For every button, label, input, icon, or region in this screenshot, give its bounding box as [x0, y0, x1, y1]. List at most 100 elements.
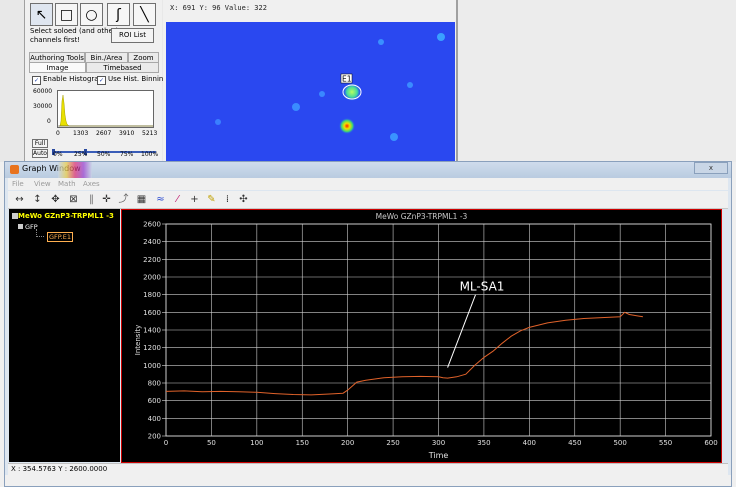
- auto-button[interactable]: Auto: [32, 149, 48, 158]
- fluorescence-image[interactable]: E1: [166, 22, 455, 162]
- intensity-chart: MeWo GZnP3-TRPML1 -3 0 50 100 150 200 250 300 35…: [134, 212, 718, 460]
- rectangle-roi-tool-button[interactable]: □: [55, 3, 78, 26]
- hint-line-1: Select soloed (and other): [30, 27, 119, 35]
- freehand-roi-icon: ʃ: [116, 6, 121, 23]
- y-tick-label: 200: [148, 433, 161, 441]
- image-background: [166, 22, 455, 162]
- check-icon: ✓: [32, 76, 41, 85]
- cell-dim: [390, 133, 398, 141]
- menu-file[interactable]: File: [12, 180, 24, 188]
- x-tick-label: 450: [568, 439, 581, 447]
- pointer-arrow-tool-button[interactable]: ↖: [30, 3, 53, 26]
- cell-dim: [292, 103, 300, 111]
- x-tick-label: 300: [432, 439, 445, 447]
- series-style-icon[interactable]: ≈: [153, 192, 168, 207]
- check-icon: ✓: [97, 76, 106, 85]
- line-roi-icon: ╲: [140, 6, 149, 23]
- x-tick-label: 50: [207, 439, 216, 447]
- use-hist-binning-checkbox[interactable]: ✓ Use Hist. Binning: [97, 74, 168, 85]
- pct-tick: 25%: [74, 151, 88, 158]
- x-axis-label: Time: [428, 451, 449, 460]
- cell-bright: [339, 118, 355, 134]
- pct-tick: 100%: [141, 151, 159, 158]
- tree-expand-icon[interactable]: [18, 224, 23, 229]
- grid-icon[interactable]: ▦: [134, 192, 149, 207]
- curve-fit-icon[interactable]: ⁄: [170, 192, 185, 207]
- hist-x-tick: 1303: [73, 130, 89, 137]
- close-button[interactable]: x: [694, 162, 728, 174]
- move-icon[interactable]: ✥: [48, 192, 63, 207]
- cell-dim: [437, 33, 445, 41]
- menu-axes[interactable]: Axes: [83, 180, 100, 188]
- y-tick-label: 1200: [143, 344, 161, 352]
- x-tick-label: 150: [296, 439, 309, 447]
- y-tick-label: 1400: [143, 327, 161, 335]
- x-tick-label: 500: [613, 439, 626, 447]
- titlebar-color-strip: [58, 162, 92, 178]
- annotation-label: ML-SA1: [460, 280, 505, 294]
- x-tick-label: 200: [341, 439, 354, 447]
- range-slider[interactable]: [52, 140, 156, 155]
- pointer-arrow-icon: ↖: [35, 6, 48, 23]
- y-tick-label: 2000: [143, 274, 161, 282]
- ellipse-roi-tool-button[interactable]: ○: [80, 3, 103, 26]
- pct-tick: 50%: [97, 151, 111, 158]
- tab-image[interactable]: Image: [29, 62, 86, 73]
- hint-text: Select soloed (and other) channels first…: [30, 27, 120, 45]
- graph-app-icon: [10, 165, 19, 174]
- cell-dim: [215, 119, 221, 125]
- menu-bar: [8, 178, 728, 190]
- x-tick-label: 0: [164, 439, 168, 447]
- crosshair-icon[interactable]: ✣: [236, 192, 251, 207]
- x-tick-label: 250: [386, 439, 399, 447]
- cursor-cross-icon[interactable]: +: [187, 192, 202, 207]
- y-tick-label: 1600: [143, 309, 161, 317]
- marker-icon[interactable]: ⁞: [220, 192, 235, 207]
- pencil-icon[interactable]: ✎: [204, 192, 219, 207]
- y-tick-label: 1800: [143, 291, 161, 299]
- enable-histogram-checkbox[interactable]: ✓ Enable Histogram: [32, 74, 105, 85]
- y-axis-label: Intensity: [134, 325, 142, 355]
- pause-icon[interactable]: ‖: [84, 192, 99, 207]
- cell-dim: [319, 91, 325, 97]
- crosshair-move-icon[interactable]: ✛: [99, 192, 114, 207]
- freehand-roi-tool-button[interactable]: ʃ: [107, 3, 130, 26]
- menu-view[interactable]: View: [34, 180, 51, 188]
- y-tick-label: 600: [148, 397, 161, 405]
- hist-y-tick: 60000: [33, 88, 53, 95]
- y-tick-label: 2600: [143, 221, 161, 229]
- series-line: [165, 311, 643, 396]
- full-button[interactable]: Full: [32, 139, 48, 148]
- tree-leaf-series[interactable]: GFP.E1: [47, 232, 73, 242]
- tab-timebased[interactable]: Timebased: [86, 62, 159, 73]
- chart-panel[interactable]: MeWo GZnP3-TRPML1 -3 0 50 100 150 200 250 300 35…: [121, 209, 722, 463]
- tree-connector: [36, 229, 44, 237]
- chart-title: MeWo GZnP3-TRPML1 -3: [376, 212, 468, 221]
- roi-label: E1: [342, 75, 352, 84]
- x-tick-label: 550: [659, 439, 672, 447]
- graph-window-titlebar[interactable]: [5, 162, 731, 178]
- cell-dim: [407, 82, 413, 88]
- status-bar: [8, 463, 728, 475]
- x-tick-label: 100: [250, 439, 263, 447]
- pct-tick: 0%: [53, 151, 63, 158]
- desktop-area: [458, 0, 736, 162]
- tree-root[interactable]: MeWo GZnP3-TRPML1 -3: [18, 212, 114, 220]
- zoom-fit-icon[interactable]: ⊠: [66, 192, 81, 207]
- line-roi-tool-button[interactable]: ╲: [133, 3, 156, 26]
- export-icon[interactable]: ⤴: [116, 192, 131, 207]
- hist-y-tick: 30000: [33, 103, 53, 110]
- y-tick-label: 2200: [143, 256, 161, 264]
- roi-list-button[interactable]: ROI List: [111, 28, 154, 43]
- menu-math[interactable]: Math: [58, 180, 76, 188]
- y-tick-label: 2400: [143, 238, 161, 246]
- fluorescence-svg: E1: [166, 22, 455, 162]
- hist-x-tick: 2607: [96, 130, 112, 137]
- y-tick-label: 800: [148, 380, 161, 388]
- hist-y-tick: 0: [47, 118, 51, 125]
- pan-vertical-icon[interactable]: ↕: [30, 192, 45, 207]
- y-tick-label: 400: [148, 415, 161, 423]
- pan-horizontal-icon[interactable]: ↔: [12, 192, 27, 207]
- pct-tick: 75%: [120, 151, 134, 158]
- hist-x-tick: 3910: [119, 130, 135, 137]
